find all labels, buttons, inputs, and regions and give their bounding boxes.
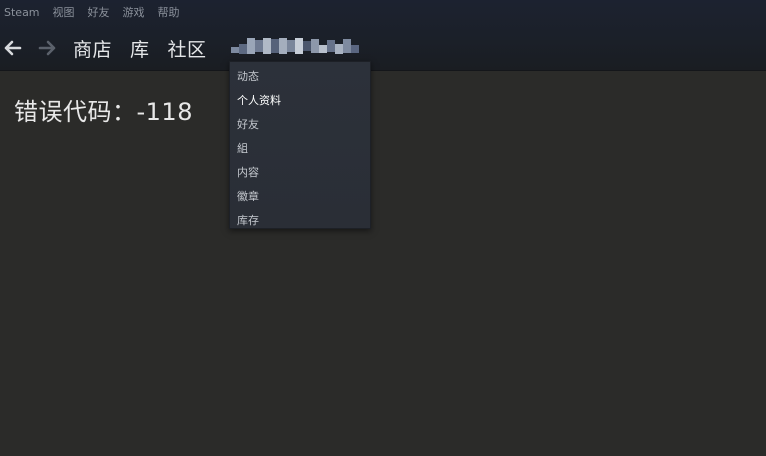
navbar: 商店 库 社区 — [0, 28, 766, 68]
pixel — [303, 41, 311, 51]
arrow-right-icon[interactable] — [36, 36, 58, 60]
menu-games[interactable]: 游戏 — [123, 4, 145, 20]
menu-view[interactable]: 视图 — [53, 4, 75, 20]
pixel — [287, 40, 295, 52]
dropdown-item-content[interactable]: 内容 — [230, 161, 370, 185]
arrow-left-icon[interactable] — [2, 36, 24, 60]
dropdown-item-activity[interactable]: 动态 — [230, 65, 370, 89]
username-nav-link-obscured[interactable] — [231, 35, 369, 57]
pixel — [311, 39, 319, 53]
steam-client-window: Steam 视图 好友 游戏 帮助 商店 库 社区 错误代码：-118 动态 个… — [0, 0, 766, 456]
dropdown-item-badges[interactable]: 徽章 — [230, 185, 370, 209]
pixel — [327, 40, 335, 52]
nav-community[interactable]: 社区 — [168, 35, 207, 62]
pixel — [263, 38, 271, 54]
error-message: 错误代码：-118 — [14, 98, 193, 126]
pixel — [239, 44, 247, 54]
pixel — [343, 39, 351, 53]
pixel — [351, 45, 359, 53]
profile-dropdown-menu: 动态 个人资料 好友 組 内容 徽章 库存 — [229, 61, 371, 229]
nav-store[interactable]: 商店 — [73, 35, 112, 62]
nav-library[interactable]: 库 — [130, 35, 150, 62]
dropdown-item-groups[interactable]: 組 — [230, 137, 370, 161]
pixel — [247, 38, 255, 54]
dropdown-item-profile[interactable]: 个人资料 — [230, 89, 370, 113]
menu-help[interactable]: 帮助 — [158, 4, 180, 20]
pixel — [231, 47, 239, 53]
pixel — [319, 45, 327, 53]
dropdown-item-inventory[interactable]: 库存 — [230, 209, 370, 233]
pixel — [255, 40, 263, 52]
menubar: Steam 视图 好友 游戏 帮助 — [0, 0, 766, 24]
menu-friends[interactable]: 好友 — [88, 4, 110, 20]
pixel — [271, 39, 279, 53]
pixel — [279, 38, 287, 54]
header: Steam 视图 好友 游戏 帮助 商店 库 社区 — [0, 0, 766, 71]
menu-steam[interactable]: Steam — [4, 6, 40, 19]
dropdown-item-friends[interactable]: 好友 — [230, 113, 370, 137]
pixel — [335, 44, 343, 54]
pixel — [295, 38, 303, 54]
